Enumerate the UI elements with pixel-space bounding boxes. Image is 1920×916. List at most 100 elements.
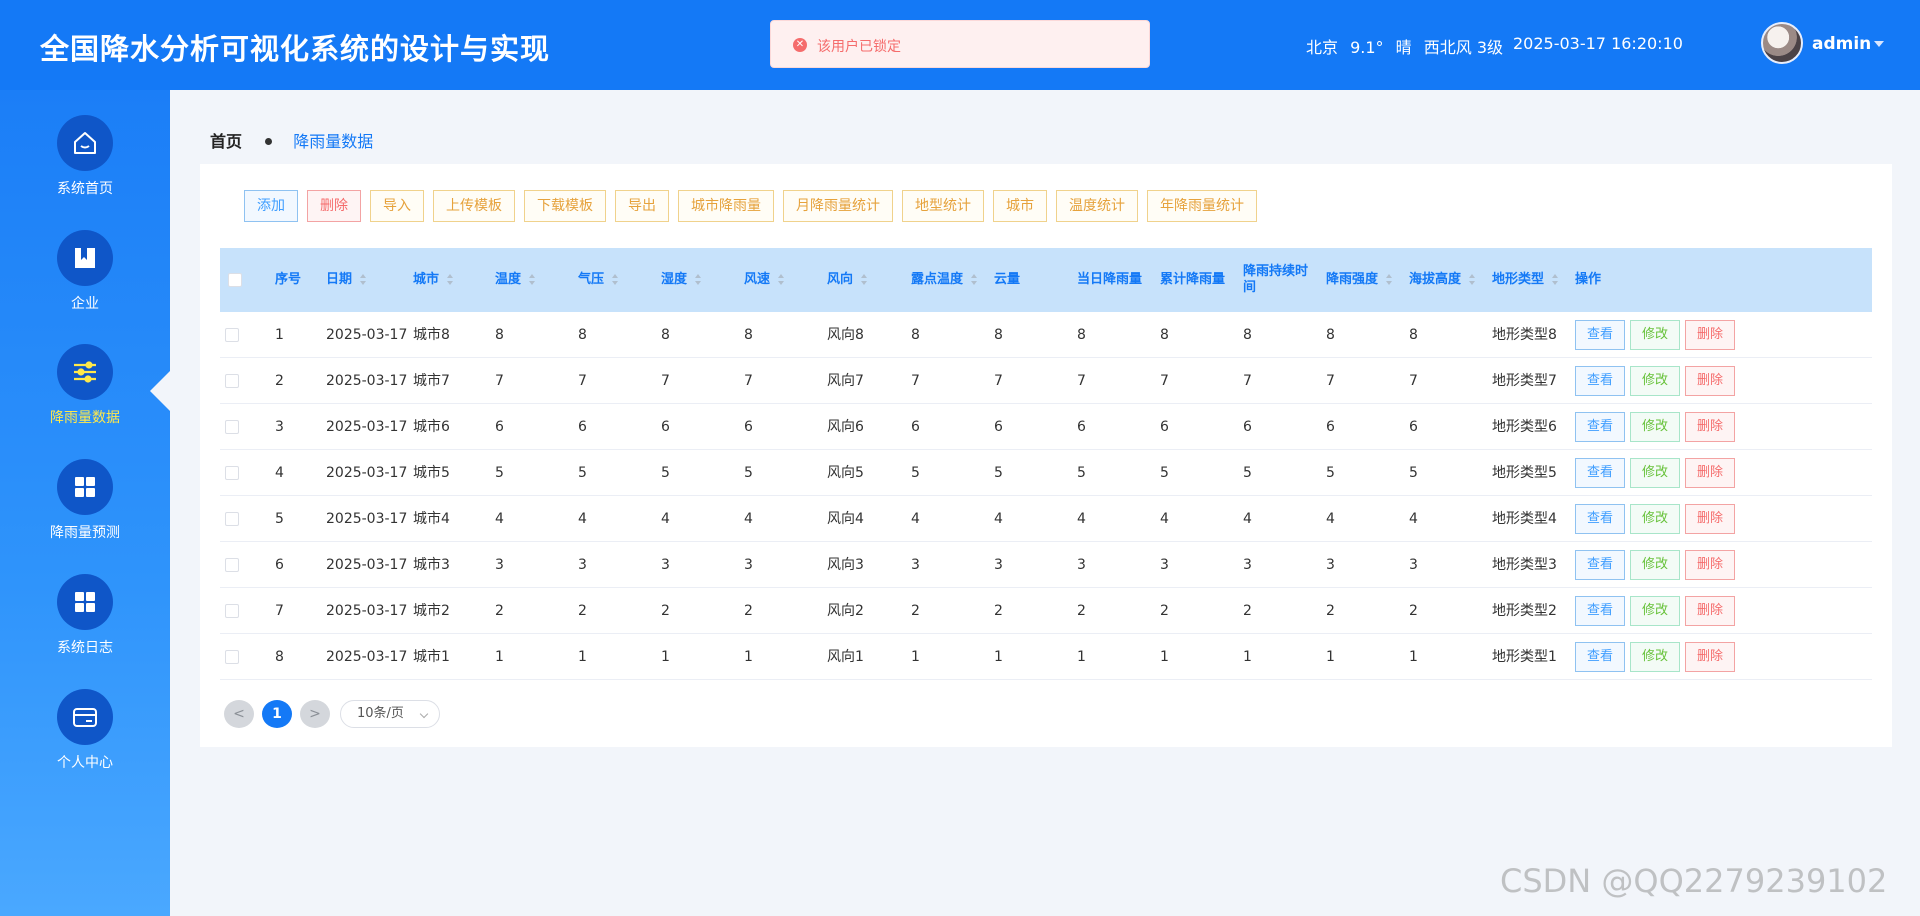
cell-wind-speed: 2 [744,603,753,619]
delete-button[interactable]: 删除 [1685,596,1735,626]
column-header-altitude[interactable]: 海拔高度 [1409,248,1476,312]
column-header-temp[interactable]: 温度 [495,248,536,312]
row-checkbox[interactable] [225,512,239,526]
cell-daily-rain: 7 [1077,373,1086,389]
cell-total-rain: 8 [1160,327,1169,343]
cell-date: 2025-03-17 [326,419,408,435]
prev-page-button[interactable]: < [224,700,254,728]
cell-altitude: 1 [1409,649,1418,665]
cell-humidity: 1 [661,649,670,665]
view-button[interactable]: 查看 [1575,412,1625,442]
cell-humidity: 4 [661,511,670,527]
view-button[interactable]: 查看 [1575,596,1625,626]
sidebar-item-rainfall-forecast[interactable]: 降雨量预测 [0,459,170,569]
row-checkbox[interactable] [225,650,239,664]
row-checkbox[interactable] [225,604,239,618]
download-template-button[interactable]: 下载模板 [524,190,606,222]
column-header-date[interactable]: 日期 [326,248,367,312]
sort-icon[interactable] [1386,274,1393,286]
chevron-down-icon[interactable] [1874,41,1884,47]
city-button[interactable]: 城市 [993,190,1047,222]
batch-delete-button[interactable]: 删除 [307,190,361,222]
delete-button[interactable]: 删除 [1685,458,1735,488]
sort-icon[interactable] [1469,274,1476,286]
delete-button[interactable]: 删除 [1685,320,1735,350]
export-button[interactable]: 导出 [615,190,669,222]
cell-date: 2025-03-17 [326,649,408,665]
column-header-pressure[interactable]: 气压 [578,248,619,312]
sidebar-item-system-log[interactable]: 系统日志 [0,574,170,684]
delete-button[interactable]: 删除 [1685,366,1735,396]
delete-button[interactable]: 删除 [1685,504,1735,534]
edit-button[interactable]: 修改 [1630,458,1680,488]
breadcrumb-home[interactable]: 首页 [210,132,242,151]
sort-icon[interactable] [529,274,536,286]
table-row: 6 2025-03-17 城市3 3 3 3 3 风向3 3 3 3 3 3 3 3 地形类型3 查看 修改 删除 [220,542,1872,588]
import-button[interactable]: 导入 [370,190,424,222]
view-button[interactable]: 查看 [1575,366,1625,396]
sidebar-item-home[interactable]: 系统首页 [0,115,170,225]
yearly-rainfall-stats-button[interactable]: 年降雨量统计 [1147,190,1257,222]
sort-icon[interactable] [861,274,868,286]
select-all-checkbox[interactable] [228,273,242,287]
sidebar-item-enterprise[interactable]: 企业 [0,230,170,340]
sort-icon[interactable] [971,274,978,286]
page-size-select[interactable]: 10条/页 [340,700,440,728]
cell-pressure: 3 [578,557,587,573]
row-checkbox[interactable] [225,558,239,572]
view-button[interactable]: 查看 [1575,320,1625,350]
sidebar-item-profile[interactable]: 个人中心 [0,689,170,799]
next-page-button[interactable]: > [300,700,330,728]
cell-terrain: 地形类型4 [1492,511,1557,527]
row-checkbox[interactable] [225,466,239,480]
sort-icon[interactable] [695,274,702,286]
sort-icon[interactable] [612,274,619,286]
cell-wind-dir: 风向2 [827,603,864,619]
edit-button[interactable]: 修改 [1630,320,1680,350]
column-header-wind-dir[interactable]: 风向 [827,248,868,312]
sort-icon[interactable] [1552,274,1559,286]
view-button[interactable]: 查看 [1575,458,1625,488]
edit-button[interactable]: 修改 [1630,504,1680,534]
sort-icon[interactable] [778,274,785,286]
delete-button[interactable]: 删除 [1685,412,1735,442]
delete-button[interactable]: 删除 [1685,550,1735,580]
column-header-city[interactable]: 城市 [413,248,454,312]
sidebar-item-rainfall-data[interactable]: 降雨量数据 [0,344,170,454]
cell-seq: 8 [275,649,284,665]
page-number-1[interactable]: 1 [262,700,292,728]
temperature-stats-button[interactable]: 温度统计 [1056,190,1138,222]
monthly-rainfall-stats-button[interactable]: 月降雨量统计 [783,190,893,222]
cell-pressure: 1 [578,649,587,665]
cell-temp: 4 [495,511,504,527]
view-button[interactable]: 查看 [1575,642,1625,672]
terrain-stats-button[interactable]: 地型统计 [902,190,984,222]
delete-button[interactable]: 删除 [1685,642,1735,672]
avatar[interactable] [1761,22,1803,64]
column-header-rain-intensity[interactable]: 降雨强度 [1326,248,1393,312]
add-button[interactable]: 添加 [244,190,298,222]
city-rainfall-button[interactable]: 城市降雨量 [678,190,774,222]
column-header-dew-point[interactable]: 露点温度 [911,248,978,312]
upload-template-button[interactable]: 上传模板 [433,190,515,222]
column-header-terrain[interactable]: 地形类型 [1492,248,1559,312]
username-dropdown[interactable]: admin [1812,34,1871,54]
edit-button[interactable]: 修改 [1630,412,1680,442]
column-header-wind-speed[interactable]: 风速 [744,248,785,312]
cell-wind-speed: 6 [744,419,753,435]
edit-button[interactable]: 修改 [1630,366,1680,396]
edit-button[interactable]: 修改 [1630,642,1680,672]
column-header-total-rain: 累计降雨量 [1160,248,1225,312]
table-row: 8 2025-03-17 城市1 1 1 1 1 风向1 1 1 1 1 1 1 1 地形类型1 查看 修改 删除 [220,634,1872,680]
row-checkbox[interactable] [225,328,239,342]
view-button[interactable]: 查看 [1575,550,1625,580]
row-checkbox[interactable] [225,374,239,388]
column-header-humidity[interactable]: 湿度 [661,248,702,312]
cell-seq: 6 [275,557,284,573]
sort-icon[interactable] [360,274,367,286]
sort-icon[interactable] [447,274,454,286]
row-checkbox[interactable] [225,420,239,434]
edit-button[interactable]: 修改 [1630,596,1680,626]
view-button[interactable]: 查看 [1575,504,1625,534]
edit-button[interactable]: 修改 [1630,550,1680,580]
